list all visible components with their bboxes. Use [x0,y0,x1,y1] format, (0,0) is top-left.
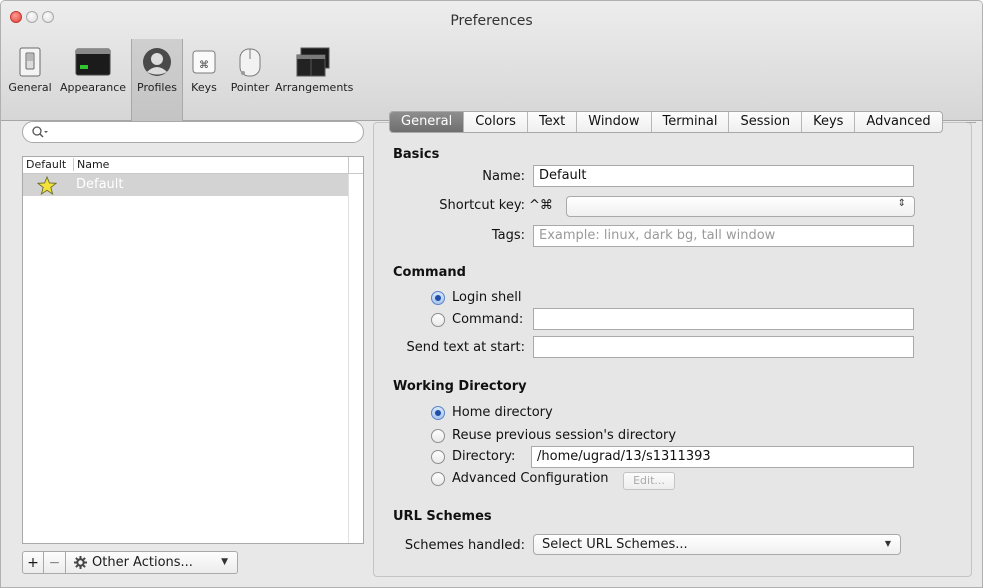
command-field[interactable] [533,308,914,330]
preferences-toolbar: General Appearance Profiles ⌘ Keys Point… [5,39,354,121]
toolbar-label-pointer: Pointer [230,81,270,94]
name-label: Name: [482,169,525,184]
column-header-name[interactable]: Name [73,158,109,171]
command-label: Command: [452,312,524,327]
toolbar-item-pointer[interactable]: Pointer [225,39,275,121]
send-text-label: Send text at start: [406,340,525,355]
command-radio[interactable] [431,313,445,327]
command-key-icon: ⌘ [192,50,216,74]
person-icon [143,48,171,76]
other-actions-button[interactable]: Other Actions... ▼ [66,551,238,574]
monitor-icon [75,48,111,76]
mouse-icon [239,48,261,77]
remove-profile-button[interactable]: − [44,551,66,574]
other-actions-label: Other Actions... [92,555,193,570]
edit-button[interactable]: Edit... [623,472,675,490]
section-heading-url-schemes: URL Schemes [393,509,492,524]
login-shell-radio[interactable] [431,291,445,305]
tab-general[interactable]: General [390,112,464,132]
advanced-configuration-label: Advanced Configuration [452,471,609,486]
tags-label: Tags: [491,228,525,243]
tab-keys[interactable]: Keys [801,112,854,132]
toolbar-label-appearance: Appearance [59,81,127,94]
directory-label: Directory: [452,449,516,464]
send-text-field[interactable] [533,336,914,358]
profile-list-actions: + − Other Actions... ▼ [22,551,238,574]
toolbar-label-keys: Keys [191,81,217,94]
stepper-arrows-icon: ⇕ [897,198,906,209]
column-divider [348,157,349,173]
tab-colors[interactable]: Colors [463,112,527,132]
directory-field[interactable]: /home/ugrad/13/s1311393 [531,446,914,468]
advanced-configuration-radio[interactable] [431,472,445,486]
title-bar: Preferences General Appearance Profiles … [1,1,982,121]
home-directory-radio[interactable] [431,406,445,420]
section-heading-basics: Basics [393,147,440,162]
directory-radio[interactable] [431,450,445,464]
toolbar-item-appearance[interactable]: Appearance [55,39,131,121]
toolbar-item-keys[interactable]: ⌘ Keys [183,39,225,121]
tab-text[interactable]: Text [526,112,576,132]
profile-list-header: Default Name [23,157,363,174]
toolbar-item-general[interactable]: General [5,39,55,121]
reuse-directory-label: Reuse previous session's directory [452,428,677,443]
login-shell-label: Login shell [452,290,522,305]
shortcut-modifier-text: ^⌘ [529,198,553,213]
toolbar-label-profiles: Profiles [137,81,177,94]
windows-icon [296,47,330,77]
tab-terminal[interactable]: Terminal [650,112,729,132]
profile-name: Default [76,177,124,192]
tags-field[interactable]: Example: linux, dark bg, tall window [533,225,914,247]
section-heading-command: Command [393,265,466,280]
url-schemes-value: Select URL Schemes... [542,537,688,552]
schemes-handled-label: Schemes handled: [404,538,525,553]
home-directory-label: Home directory [452,405,553,420]
profile-row[interactable]: Default [23,174,349,196]
profile-tabs: General Colors Text Window Terminal Sess… [389,111,943,133]
star-icon [37,176,57,195]
toolbar-item-arrangements[interactable]: Arrangements [275,39,354,121]
tab-advanced[interactable]: Advanced [854,112,941,132]
toolbar-label-arrangements: Arrangements [275,81,354,94]
shortcut-key-select[interactable]: ⇕ [566,196,915,217]
toolbar-label-general: General [8,81,52,94]
shortcut-key-label: Shortcut key: [439,198,525,213]
tab-session[interactable]: Session [728,112,801,132]
tab-window[interactable]: Window [576,112,650,132]
chevron-down-icon: ▼ [884,539,891,548]
profile-search-input[interactable] [22,121,364,143]
add-profile-button[interactable]: + [22,551,44,574]
svg-text:⌘: ⌘ [199,60,209,71]
profile-list: Default Name Default [22,156,364,544]
reuse-directory-radio[interactable] [431,429,445,443]
name-field[interactable]: Default [533,165,914,187]
section-heading-working-directory: Working Directory [393,379,527,394]
window-title: Preferences [450,13,533,29]
preferences-window: Preferences General Appearance Profiles … [0,0,983,588]
column-header-default[interactable]: Default [26,158,66,171]
toolbar-item-profiles[interactable]: Profiles [131,39,183,121]
gear-icon [74,556,87,569]
switch-icon [19,47,41,77]
dropdown-arrow-icon: ▼ [221,557,228,567]
url-schemes-select[interactable]: Select URL Schemes... ▼ [533,534,901,555]
search-icon [32,126,48,138]
list-column-divider [348,174,349,543]
tab-bar-line [966,122,976,123]
